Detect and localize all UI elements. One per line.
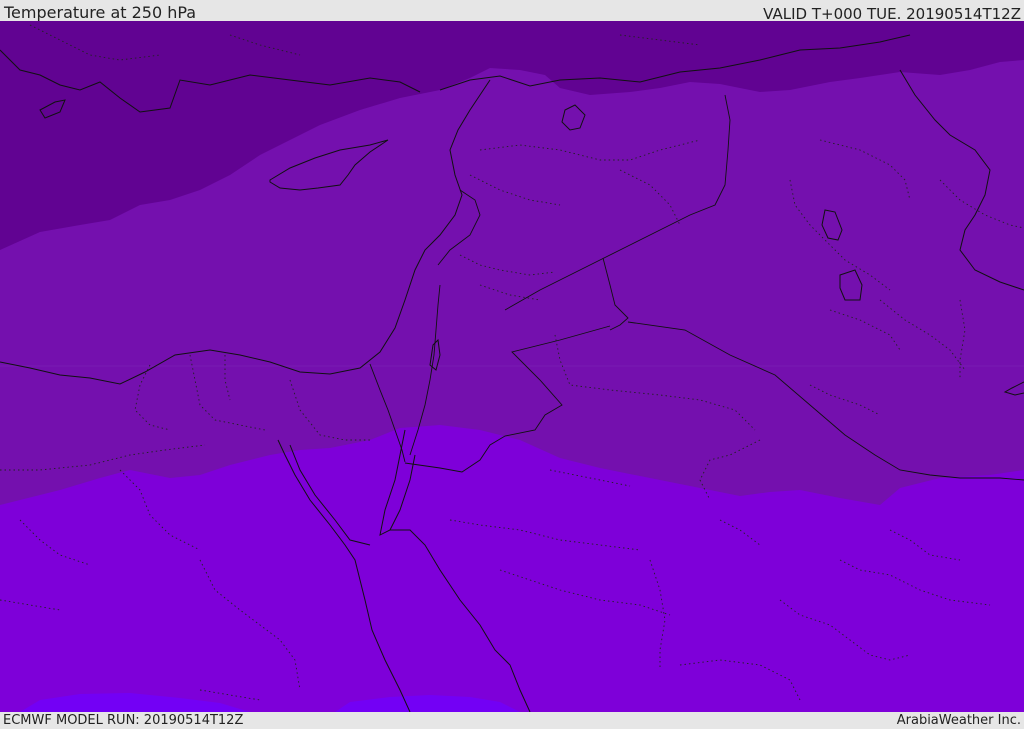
temperature-map: [0, 21, 1024, 712]
map-canvas: [0, 21, 1024, 712]
footer-bar: ECMWF MODEL RUN: 20190514T12Z ArabiaWeat…: [0, 712, 1024, 729]
credit-label: ArabiaWeather Inc.: [896, 713, 1021, 728]
header-bar: Temperature at 250 hPa VALID T+000 TUE. …: [0, 0, 1024, 23]
model-run-label: ECMWF MODEL RUN: 20190514T12Z: [3, 713, 244, 728]
map-title: Temperature at 250 hPa: [4, 3, 197, 22]
